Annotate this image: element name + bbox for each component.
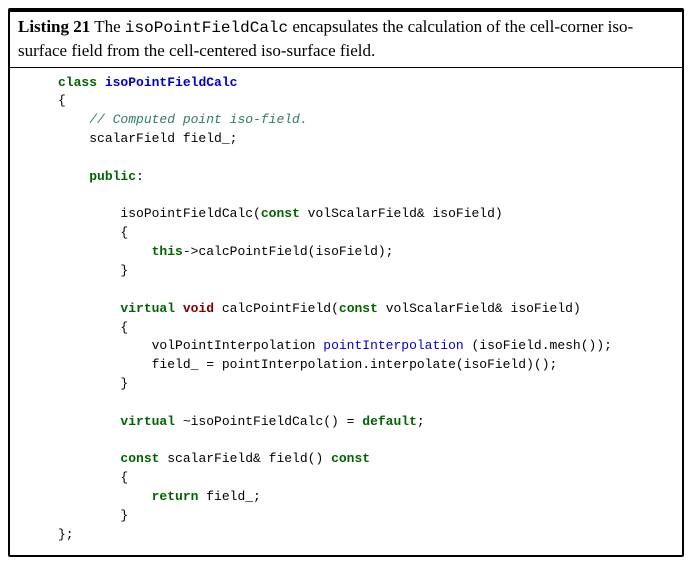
calc-line1a: volPointInterpolation — [152, 338, 324, 353]
ctor-name: isoPointFieldCalc( — [120, 206, 260, 221]
listing-number: Listing 21 — [18, 17, 90, 36]
brace: { — [58, 93, 66, 108]
kw-virtual: virtual — [120, 301, 175, 316]
caption-code: isoPointFieldCalc — [125, 19, 288, 37]
brace: { — [120, 470, 128, 485]
kw-const: const — [120, 451, 159, 466]
calc-line2: field_ = pointInterpolation.interpolate(… — [152, 357, 558, 372]
brace: } — [120, 263, 128, 278]
class-name: isoPointFieldCalc — [105, 75, 238, 90]
ctor-params: volScalarField& isoField) — [300, 206, 503, 221]
dtor: ~isoPointFieldCalc() = — [175, 414, 362, 429]
kw-class: class — [58, 75, 97, 90]
kw-void: void — [183, 301, 214, 316]
ctor-body: ->calcPointField(isoField); — [183, 244, 394, 259]
getter-sig: scalarField& field() — [159, 451, 331, 466]
caption-prefix: The — [90, 17, 125, 36]
semi: ; — [417, 414, 425, 429]
brace: } — [120, 508, 128, 523]
brace: }; — [58, 527, 74, 542]
kw-const: const — [331, 451, 370, 466]
listing-header: Listing 21 The isoPointFieldCalc encapsu… — [10, 12, 682, 67]
listing-container: Listing 21 The isoPointFieldCalc encapsu… — [8, 8, 684, 557]
calc-line1c: (isoField.mesh()); — [464, 338, 612, 353]
calc-sig: calcPointField( — [214, 301, 339, 316]
field-decl: scalarField field_; — [89, 131, 237, 146]
ident-pointinterp: pointInterpolation — [323, 338, 463, 353]
code-block: class isoPointFieldCalc { // Computed po… — [10, 68, 682, 555]
kw-default: default — [362, 414, 417, 429]
comment: // Computed point iso-field. — [89, 112, 307, 127]
kw-return: return — [152, 489, 199, 504]
kw-const: const — [339, 301, 378, 316]
calc-sig2: volScalarField& isoField) — [378, 301, 581, 316]
kw-virtual: virtual — [120, 414, 175, 429]
brace: } — [120, 376, 128, 391]
brace: { — [120, 320, 128, 335]
brace: { — [120, 225, 128, 240]
kw-this: this — [152, 244, 183, 259]
colon: : — [136, 169, 144, 184]
getter-body: field_; — [198, 489, 260, 504]
kw-const: const — [261, 206, 300, 221]
kw-public: public — [89, 169, 136, 184]
